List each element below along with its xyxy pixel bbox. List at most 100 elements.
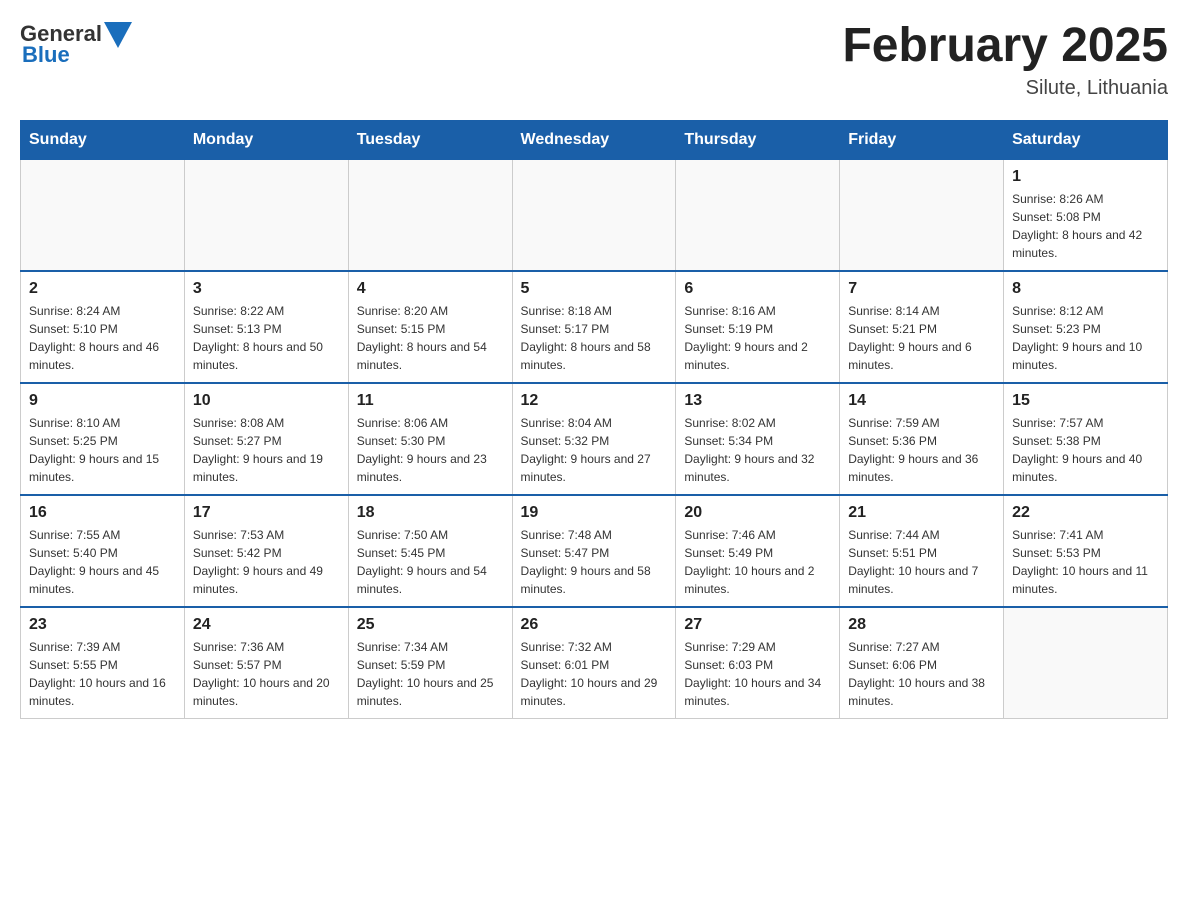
day-number-1-5: 7 — [848, 280, 995, 298]
cell-3-3: 19 Sunrise: 7:48 AM Sunset: 5:47 PM Dayli… — [512, 495, 676, 607]
title-block: February 2025 Silute, Lithuania — [842, 20, 1168, 100]
logo-triangle-icon — [104, 22, 132, 48]
day-info-3-5: Sunrise: 7:44 AM Sunset: 5:51 PM Dayligh… — [848, 526, 995, 598]
day-info-2-5: Sunrise: 7:59 AM Sunset: 5:36 PM Dayligh… — [848, 414, 995, 486]
day-number-2-4: 13 — [684, 392, 831, 410]
day-info-2-3: Sunrise: 8:04 AM Sunset: 5:32 PM Dayligh… — [521, 414, 668, 486]
cell-1-5: 7 Sunrise: 8:14 AM Sunset: 5:21 PM Daylig… — [840, 271, 1004, 383]
cell-4-2: 25 Sunrise: 7:34 AM Sunset: 5:59 PM Dayli… — [348, 607, 512, 719]
day-info-2-1: Sunrise: 8:08 AM Sunset: 5:27 PM Dayligh… — [193, 414, 340, 486]
calendar-title: February 2025 — [842, 20, 1168, 73]
cell-4-6 — [1004, 607, 1168, 719]
day-number-3-6: 22 — [1012, 504, 1159, 522]
day-number-2-5: 14 — [848, 392, 995, 410]
day-number-4-3: 26 — [521, 616, 668, 634]
day-number-1-6: 8 — [1012, 280, 1159, 298]
cell-4-3: 26 Sunrise: 7:32 AM Sunset: 6:01 PM Dayli… — [512, 607, 676, 719]
day-info-4-3: Sunrise: 7:32 AM Sunset: 6:01 PM Dayligh… — [521, 638, 668, 710]
cell-3-0: 16 Sunrise: 7:55 AM Sunset: 5:40 PM Dayli… — [21, 495, 185, 607]
day-info-1-0: Sunrise: 8:24 AM Sunset: 5:10 PM Dayligh… — [29, 302, 176, 374]
cell-2-1: 10 Sunrise: 8:08 AM Sunset: 5:27 PM Dayli… — [184, 383, 348, 495]
week-row-1: 2Sunrise: 8:24 AM Sunset: 5:10 PM Daylig… — [21, 271, 1168, 383]
cell-3-2: 18 Sunrise: 7:50 AM Sunset: 5:45 PM Dayli… — [348, 495, 512, 607]
col-sunday: Sunday — [21, 120, 185, 159]
cell-0-4 — [676, 159, 840, 271]
day-info-4-4: Sunrise: 7:29 AM Sunset: 6:03 PM Dayligh… — [684, 638, 831, 710]
day-number-4-4: 27 — [684, 616, 831, 634]
day-number-2-2: 11 — [357, 392, 504, 410]
day-info-3-0: Sunrise: 7:55 AM Sunset: 5:40 PM Dayligh… — [29, 526, 176, 598]
col-thursday: Thursday — [676, 120, 840, 159]
cell-1-0: 2Sunrise: 8:24 AM Sunset: 5:10 PM Daylig… — [21, 271, 185, 383]
cell-3-5: 21 Sunrise: 7:44 AM Sunset: 5:51 PM Dayli… — [840, 495, 1004, 607]
day-info-4-0: Sunrise: 7:39 AM Sunset: 5:55 PM Dayligh… — [29, 638, 176, 710]
logo: General Blue — [20, 20, 132, 68]
day-number-4-5: 28 — [848, 616, 995, 634]
day-number-1-1: 3 — [193, 280, 340, 298]
day-number-3-2: 18 — [357, 504, 504, 522]
day-info-4-1: Sunrise: 7:36 AM Sunset: 5:57 PM Dayligh… — [193, 638, 340, 710]
day-number-4-1: 24 — [193, 616, 340, 634]
col-monday: Monday — [184, 120, 348, 159]
day-info-1-5: Sunrise: 8:14 AM Sunset: 5:21 PM Dayligh… — [848, 302, 995, 374]
day-info-2-0: Sunrise: 8:10 AM Sunset: 5:25 PM Dayligh… — [29, 414, 176, 486]
day-number-4-2: 25 — [357, 616, 504, 634]
day-info-3-2: Sunrise: 7:50 AM Sunset: 5:45 PM Dayligh… — [357, 526, 504, 598]
logo-text-blue: Blue — [22, 42, 70, 68]
day-info-2-2: Sunrise: 8:06 AM Sunset: 5:30 PM Dayligh… — [357, 414, 504, 486]
day-number-4-0: 23 — [29, 616, 176, 634]
day-info-0-6: Sunrise: 8:26 AM Sunset: 5:08 PM Dayligh… — [1012, 190, 1159, 262]
day-info-1-6: Sunrise: 8:12 AM Sunset: 5:23 PM Dayligh… — [1012, 302, 1159, 374]
cell-1-4: 6 Sunrise: 8:16 AM Sunset: 5:19 PM Daylig… — [676, 271, 840, 383]
cell-0-6: 1 Sunrise: 8:26 AM Sunset: 5:08 PM Daylig… — [1004, 159, 1168, 271]
cell-0-5 — [840, 159, 1004, 271]
cell-0-1 — [184, 159, 348, 271]
day-info-3-1: Sunrise: 7:53 AM Sunset: 5:42 PM Dayligh… — [193, 526, 340, 598]
day-number-2-1: 10 — [193, 392, 340, 410]
day-info-1-3: Sunrise: 8:18 AM Sunset: 5:17 PM Dayligh… — [521, 302, 668, 374]
day-info-1-1: Sunrise: 8:22 AM Sunset: 5:13 PM Dayligh… — [193, 302, 340, 374]
week-row-2: 9 Sunrise: 8:10 AM Sunset: 5:25 PM Daylig… — [21, 383, 1168, 495]
day-info-1-4: Sunrise: 8:16 AM Sunset: 5:19 PM Dayligh… — [684, 302, 831, 374]
col-saturday: Saturday — [1004, 120, 1168, 159]
day-number-3-0: 16 — [29, 504, 176, 522]
day-number-3-5: 21 — [848, 504, 995, 522]
day-number-1-4: 6 — [684, 280, 831, 298]
cell-1-3: 5 Sunrise: 8:18 AM Sunset: 5:17 PM Daylig… — [512, 271, 676, 383]
day-info-3-6: Sunrise: 7:41 AM Sunset: 5:53 PM Dayligh… — [1012, 526, 1159, 598]
day-info-4-2: Sunrise: 7:34 AM Sunset: 5:59 PM Dayligh… — [357, 638, 504, 710]
day-number-2-6: 15 — [1012, 392, 1159, 410]
cell-3-4: 20Sunrise: 7:46 AM Sunset: 5:49 PM Dayli… — [676, 495, 840, 607]
col-friday: Friday — [840, 120, 1004, 159]
day-info-2-6: Sunrise: 7:57 AM Sunset: 5:38 PM Dayligh… — [1012, 414, 1159, 486]
cell-0-0 — [21, 159, 185, 271]
day-number-1-3: 5 — [521, 280, 668, 298]
weekday-header-row: Sunday Monday Tuesday Wednesday Thursday… — [21, 120, 1168, 159]
cell-2-6: 15 Sunrise: 7:57 AM Sunset: 5:38 PM Dayli… — [1004, 383, 1168, 495]
week-row-3: 16 Sunrise: 7:55 AM Sunset: 5:40 PM Dayli… — [21, 495, 1168, 607]
day-info-3-3: Sunrise: 7:48 AM Sunset: 5:47 PM Dayligh… — [521, 526, 668, 598]
col-wednesday: Wednesday — [512, 120, 676, 159]
calendar-subtitle: Silute, Lithuania — [842, 77, 1168, 100]
day-info-4-5: Sunrise: 7:27 AM Sunset: 6:06 PM Dayligh… — [848, 638, 995, 710]
cell-4-1: 24 Sunrise: 7:36 AM Sunset: 5:57 PM Dayli… — [184, 607, 348, 719]
cell-2-2: 11 Sunrise: 8:06 AM Sunset: 5:30 PM Dayli… — [348, 383, 512, 495]
day-number-3-1: 17 — [193, 504, 340, 522]
cell-2-5: 14 Sunrise: 7:59 AM Sunset: 5:36 PM Dayli… — [840, 383, 1004, 495]
cell-1-2: 4Sunrise: 8:20 AM Sunset: 5:15 PM Daylig… — [348, 271, 512, 383]
cell-4-5: 28 Sunrise: 7:27 AM Sunset: 6:06 PM Dayli… — [840, 607, 1004, 719]
cell-1-6: 8 Sunrise: 8:12 AM Sunset: 5:23 PM Daylig… — [1004, 271, 1168, 383]
day-number-2-3: 12 — [521, 392, 668, 410]
day-number-1-2: 4 — [357, 280, 504, 298]
cell-3-6: 22 Sunrise: 7:41 AM Sunset: 5:53 PM Dayli… — [1004, 495, 1168, 607]
week-row-4: 23 Sunrise: 7:39 AM Sunset: 5:55 PM Dayli… — [21, 607, 1168, 719]
calendar-table: Sunday Monday Tuesday Wednesday Thursday… — [20, 120, 1168, 719]
cell-2-0: 9 Sunrise: 8:10 AM Sunset: 5:25 PM Daylig… — [21, 383, 185, 495]
page-header: General Blue February 2025 Silute, Lithu… — [20, 20, 1168, 100]
day-number-2-0: 9 — [29, 392, 176, 410]
col-tuesday: Tuesday — [348, 120, 512, 159]
cell-2-3: 12 Sunrise: 8:04 AM Sunset: 5:32 PM Dayli… — [512, 383, 676, 495]
cell-2-4: 13Sunrise: 8:02 AM Sunset: 5:34 PM Dayli… — [676, 383, 840, 495]
day-number-0-6: 1 — [1012, 168, 1159, 186]
day-number-3-3: 19 — [521, 504, 668, 522]
